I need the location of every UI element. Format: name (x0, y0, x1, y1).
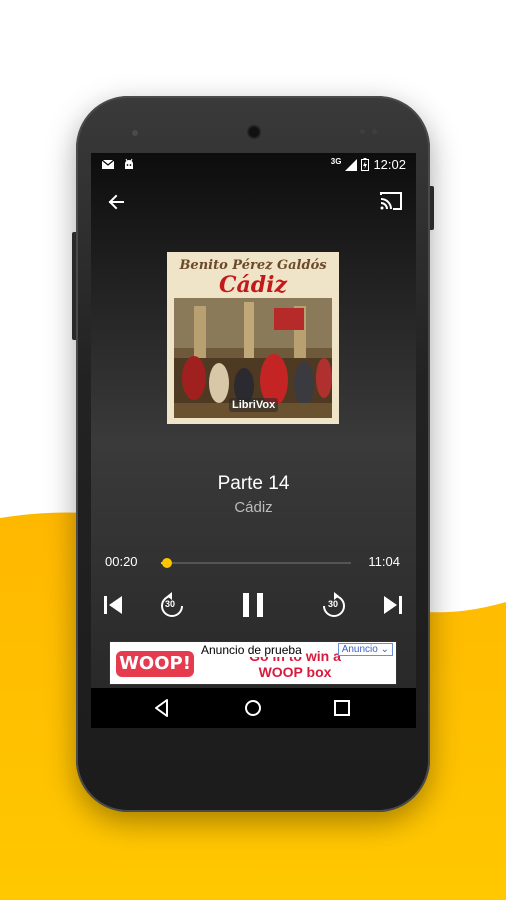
elapsed-time: 00:20 (105, 554, 138, 569)
book-title: Cádiz (234, 499, 273, 516)
chevron-down-icon: ⌄ (380, 644, 389, 655)
status-indicators: 3G 12:02 (331, 157, 406, 172)
status-bar: 3G 12:02 (91, 153, 416, 177)
cover-title: Cádiz (219, 272, 287, 298)
nav-recents-icon[interactable] (331, 697, 353, 719)
proximity-sensor (360, 129, 365, 134)
skip-next-button[interactable] (379, 589, 407, 621)
ad-test-label: Anuncio de prueba (198, 643, 305, 657)
light-sensor (372, 129, 377, 134)
forward-seconds: 30 (328, 599, 339, 609)
skip-previous-button[interactable] (99, 589, 127, 621)
network-type: 3G (330, 157, 342, 166)
rewind-button[interactable]: 30 (157, 589, 187, 621)
volume-button (72, 232, 76, 340)
front-camera (132, 130, 138, 136)
toolbar (91, 177, 416, 225)
pause-button[interactable] (237, 589, 269, 621)
rewind-seconds: 30 (165, 599, 176, 609)
total-duration: 11:04 (368, 554, 400, 569)
app-screen: 3G 12:02 Benito Pérez Galdós Cádiz Libri… (91, 153, 416, 728)
skip-previous-icon (104, 596, 122, 614)
pause-icon (243, 593, 263, 617)
ad-choices-badge[interactable]: Anuncio ⌄ (337, 643, 393, 656)
ad-banner[interactable]: WOOP! Go in to win a WOOP box Anuncio de… (109, 641, 397, 685)
ad-badge-text: Anuncio (341, 644, 378, 655)
seek-bar[interactable] (161, 562, 351, 564)
publisher-badge: LibriVox (229, 398, 279, 412)
seek-thumb[interactable] (161, 558, 172, 568)
track-title: Parte 14 (217, 473, 290, 494)
nav-back-icon[interactable] (151, 697, 173, 719)
album-cover: Benito Pérez Galdós Cádiz LibriVox (167, 252, 339, 424)
power-button (430, 186, 434, 230)
battery-icon (361, 158, 370, 171)
cast-icon[interactable] (378, 187, 404, 215)
mail-notification-icon (101, 159, 115, 169)
arrow-left-icon[interactable] (101, 187, 131, 217)
android-notification-icon (125, 158, 133, 169)
clock: 12:02 (373, 157, 406, 172)
ad-text-line2: WOOP box (258, 664, 332, 680)
skip-next-icon (384, 596, 402, 614)
forward-button[interactable]: 30 (319, 589, 349, 621)
nav-home-icon[interactable] (242, 697, 264, 719)
cover-author: Benito Pérez Galdós (179, 258, 327, 273)
ad-brand-logo: WOOP! (116, 651, 194, 677)
navigation-bar (91, 688, 416, 728)
earpiece-speaker (246, 124, 262, 140)
signal-icon (345, 158, 358, 171)
